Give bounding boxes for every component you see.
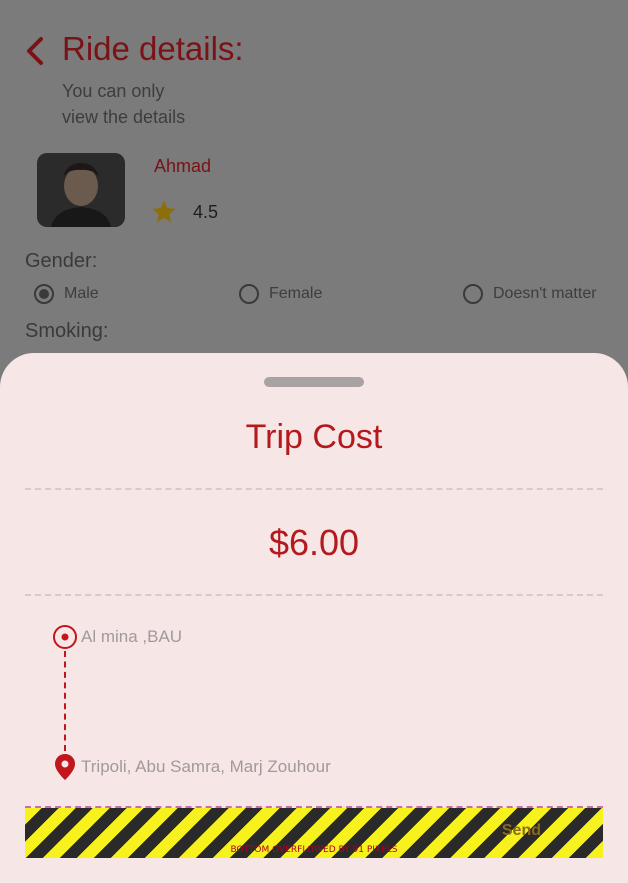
destination-location-text: Tripoli, Abu Samra, Marj Zouhour (81, 757, 331, 776)
overflow-warning-text: BOTTOM OVERFLOWED BY 91 PIXELS (230, 845, 398, 855)
sheet-drag-handle[interactable] (264, 377, 364, 387)
divider (25, 488, 603, 490)
destination-pin-icon (55, 754, 75, 780)
gender-option-label: Doesn't matter (493, 285, 597, 302)
smoking-label: Smoking: (25, 320, 109, 342)
subtitle-line-1: You can only (62, 81, 165, 101)
pickup-location-icon (53, 625, 77, 649)
radio-checked-icon (34, 284, 54, 304)
route-line (64, 651, 66, 751)
pickup-location-text: Al mina ,BAU (81, 627, 183, 646)
gender-label: Gender: (25, 250, 98, 272)
radio-unchecked-icon (239, 284, 259, 304)
gender-option-male[interactable]: Male (34, 284, 99, 304)
subtitle-line-2: view the details (62, 107, 186, 127)
page-title: Ride details: (62, 30, 244, 67)
sheet-title: Trip Cost (245, 418, 383, 456)
page-subtitle: You can only view the details (62, 78, 185, 130)
driver-name: Ahmad (154, 156, 212, 176)
gender-option-female[interactable]: Female (239, 284, 322, 304)
send-button[interactable]: Send (502, 822, 541, 840)
gender-option-label: Female (269, 285, 323, 302)
back-arrow-icon[interactable] (22, 34, 50, 68)
overflow-warning-bar: Send BOTTOM OVERFLOWED BY 91 PIXELS (25, 808, 603, 858)
star-icon (152, 200, 176, 223)
gender-option-doesnt-matter[interactable]: Doesn't matter (463, 284, 597, 304)
trip-price: $6.00 (268, 522, 360, 563)
driver-avatar (37, 153, 125, 227)
driver-rating: 4.5 (193, 202, 219, 222)
gender-option-label: Male (64, 285, 99, 302)
divider (25, 594, 603, 596)
radio-unchecked-icon (463, 284, 483, 304)
